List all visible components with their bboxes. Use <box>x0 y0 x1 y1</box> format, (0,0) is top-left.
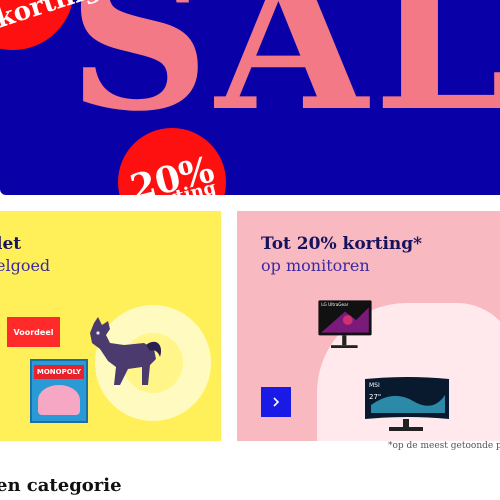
sale-hero-banner[interactable]: SALE korting* 20% korting <box>0 0 500 195</box>
next-arrow-button[interactable] <box>261 387 291 417</box>
lg-monitor-image: LG UltraGear <box>318 300 372 348</box>
unicorn-figure-image <box>90 317 162 385</box>
board-game-image: MONOPOLY <box>30 359 88 423</box>
disclaimer-footnote: *op de meest getoonde pr <box>388 441 500 451</box>
chevron-right-icon <box>273 397 280 407</box>
promo-card-subtitle: elgoed <box>0 256 51 275</box>
category-section-heading: en categorie <box>0 475 122 496</box>
promo-card-title: Tot 20% korting* <box>261 234 423 254</box>
sale-heading: SALE <box>68 0 500 155</box>
board-game-art <box>38 385 80 415</box>
promo-card-title: let <box>0 234 22 254</box>
msi-monitor-image: MSI 27" <box>365 377 449 431</box>
discount-badge-top: korting* <box>0 0 117 50</box>
promo-card-subtitle: op monitoren <box>261 256 370 275</box>
msi-monitor-brand: MSI <box>369 382 380 389</box>
voordeel-badge: Voordeel <box>7 317 60 347</box>
promo-card-monitors[interactable]: Tot 20% korting* op monitoren LG UltraGe… <box>237 211 500 441</box>
lg-monitor-brand: LG UltraGear <box>321 302 348 307</box>
board-game-logo: MONOPOLY <box>34 365 84 379</box>
promo-card-toys[interactable]: let elgoed Voordeel MONOPOLY <box>0 211 221 441</box>
msi-monitor-size: 27" <box>369 393 381 401</box>
